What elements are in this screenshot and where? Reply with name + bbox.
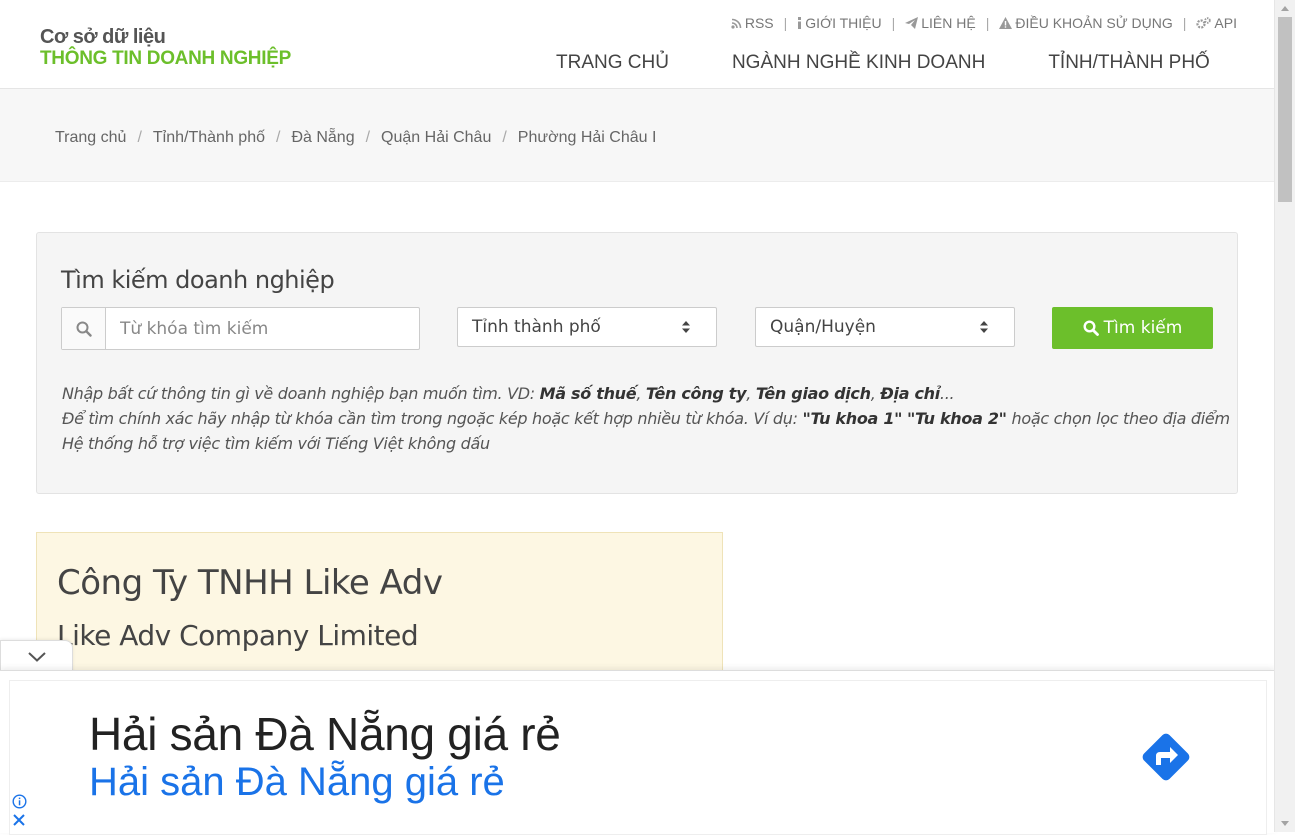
company-name: Công Ty TNHH Like Adv xyxy=(57,563,443,603)
province-select-value: Tỉnh thành phố xyxy=(472,317,601,337)
rss-icon xyxy=(731,18,742,29)
nav-provinces[interactable]: TỈNH/THÀNH PHỐ xyxy=(1048,52,1210,74)
breadcrumb: Trang chủ / Tỉnh/Thành phố / Đà Nẵng / Q… xyxy=(55,129,656,147)
divider: | xyxy=(985,15,990,31)
keyword-search-box xyxy=(61,307,420,350)
vertical-scrollbar[interactable] xyxy=(1274,0,1295,832)
district-select[interactable]: Quận/Huyện xyxy=(755,307,1015,347)
select-arrows-icon xyxy=(682,321,690,333)
main-nav: TRANG CHỦ NGÀNH NGHỀ KINH DOANH TỈNH/THÀ… xyxy=(556,52,1210,74)
paper-plane-icon xyxy=(905,17,919,29)
top-link-about[interactable]: GIỚI THIỆU xyxy=(797,15,882,31)
top-link-rss[interactable]: RSS xyxy=(731,15,774,31)
breadcrumb-separator: / xyxy=(275,129,281,146)
hint-bold: Tên giao dịch xyxy=(755,384,871,403)
search-button-label: Tìm kiếm xyxy=(1103,318,1183,338)
ad-banner[interactable]: Hải sản Đà Nẵng giá rẻ Hải sản Đà Nẵng g… xyxy=(0,670,1275,835)
search-panel: Tìm kiếm doanh nghiệp Tỉnh thành phố Quậ… xyxy=(36,232,1238,494)
hint-bold: "Tu khoa 2" xyxy=(907,409,1007,428)
search-button[interactable]: Tìm kiếm xyxy=(1052,307,1213,349)
select-arrows-icon xyxy=(980,321,988,333)
top-link-contact[interactable]: LIÊN HỆ xyxy=(905,15,976,31)
search-icon xyxy=(62,308,106,349)
scroll-down-arrow[interactable] xyxy=(1281,821,1289,826)
hint-bold: "Tu khoa 1" xyxy=(802,409,903,428)
top-link-terms[interactable]: ĐIỀU KHOẢN SỬ DỤNG xyxy=(999,15,1173,31)
breadcrumb-separator: / xyxy=(502,129,507,146)
top-link-label: API xyxy=(1214,15,1237,31)
search-hints: Nhập bất cứ thông tin gì về doanh nghiệp… xyxy=(62,381,1230,456)
hint-bold: Địa chỉ xyxy=(880,384,940,403)
hint-text: hoặc chọn lọc theo địa điểm xyxy=(1006,409,1231,428)
breadcrumb-band: Trang chủ / Tỉnh/Thành phố / Đà Nẵng / Q… xyxy=(0,89,1275,182)
hint-text: Để tìm chính xác hãy nhập từ khóa cần tì… xyxy=(62,409,803,428)
scroll-thumb[interactable] xyxy=(1278,17,1292,202)
warning-icon xyxy=(999,17,1013,29)
ad-close-icon[interactable] xyxy=(12,813,26,827)
top-link-api[interactable]: API xyxy=(1196,15,1237,31)
breadcrumb-ward: Phường Hải Châu I xyxy=(517,129,657,146)
search-icon xyxy=(1083,320,1099,336)
divider: | xyxy=(783,15,788,31)
top-link-label: GIỚI THIỆU xyxy=(805,15,882,31)
breadcrumb-home[interactable]: Trang chủ xyxy=(55,129,126,147)
ad-collapse-button[interactable] xyxy=(0,640,73,673)
hint-bold: Tên công ty xyxy=(645,384,747,403)
top-links: RSS | GIỚI THIỆU | LIÊN HỆ | ĐIỀU KHOẢN … xyxy=(731,15,1237,31)
hint-line-1: Nhập bất cứ thông tin gì về doanh nghiệp… xyxy=(62,384,955,403)
logo-line-2: THÔNG TIN DOANH NGHIỆP xyxy=(40,48,291,69)
breadcrumb-separator: / xyxy=(137,129,142,146)
chevron-down-icon xyxy=(27,652,46,662)
directions-icon[interactable] xyxy=(1136,727,1196,787)
top-link-label: ĐIỀU KHOẢN SỬ DỤNG xyxy=(1015,15,1173,31)
ad-content[interactable]: Hải sản Đà Nẵng giá rẻ Hải sản Đà Nẵng g… xyxy=(9,680,1267,835)
divider: | xyxy=(1182,15,1187,31)
breadcrumb-district[interactable]: Quận Hải Châu xyxy=(381,129,491,147)
ad-title[interactable]: Hải sản Đà Nẵng giá rẻ xyxy=(89,707,561,761)
gears-icon xyxy=(1196,17,1212,29)
divider: | xyxy=(891,15,896,31)
site-header: Cơ sở dữ liệu THÔNG TIN DOANH NGHIỆP RSS… xyxy=(0,0,1275,89)
breadcrumb-provinces[interactable]: Tỉnh/Thành phố xyxy=(153,129,265,147)
province-select[interactable]: Tỉnh thành phố xyxy=(457,307,717,347)
breadcrumb-city[interactable]: Đà Nẵng xyxy=(291,129,354,147)
nav-home[interactable]: TRANG CHỦ xyxy=(556,52,669,74)
company-english-name: Like Adv Company Limited xyxy=(57,619,419,652)
hint-line-3: Hệ thống hỗ trợ việc tìm kiếm với Tiếng … xyxy=(62,434,490,453)
top-link-label: LIÊN HỆ xyxy=(921,15,976,31)
ad-info-icon[interactable] xyxy=(12,794,27,809)
hint-text: ... xyxy=(939,384,955,403)
ad-subtitle[interactable]: Hải sản Đà Nẵng giá rẻ xyxy=(89,760,505,805)
keyword-input[interactable] xyxy=(106,308,419,349)
site-logo[interactable]: Cơ sở dữ liệu THÔNG TIN DOANH NGHIỆP xyxy=(40,26,291,70)
breadcrumb-separator: / xyxy=(365,129,371,146)
logo-line-1: Cơ sở dữ liệu xyxy=(40,26,166,48)
district-select-value: Quận/Huyện xyxy=(770,317,876,337)
hint-text: Nhập bất cứ thông tin gì về doanh nghiệp… xyxy=(62,384,540,403)
search-title: Tìm kiếm doanh nghiệp xyxy=(61,266,335,294)
scroll-up-arrow[interactable] xyxy=(1281,6,1289,11)
hint-line-2: Để tìm chính xác hãy nhập từ khóa cần tì… xyxy=(62,406,1230,431)
hint-bold: Mã số thuế xyxy=(539,384,637,403)
info-icon xyxy=(798,17,802,29)
top-link-label: RSS xyxy=(744,15,774,31)
nav-industries[interactable]: NGÀNH NGHỀ KINH DOANH xyxy=(732,52,985,74)
